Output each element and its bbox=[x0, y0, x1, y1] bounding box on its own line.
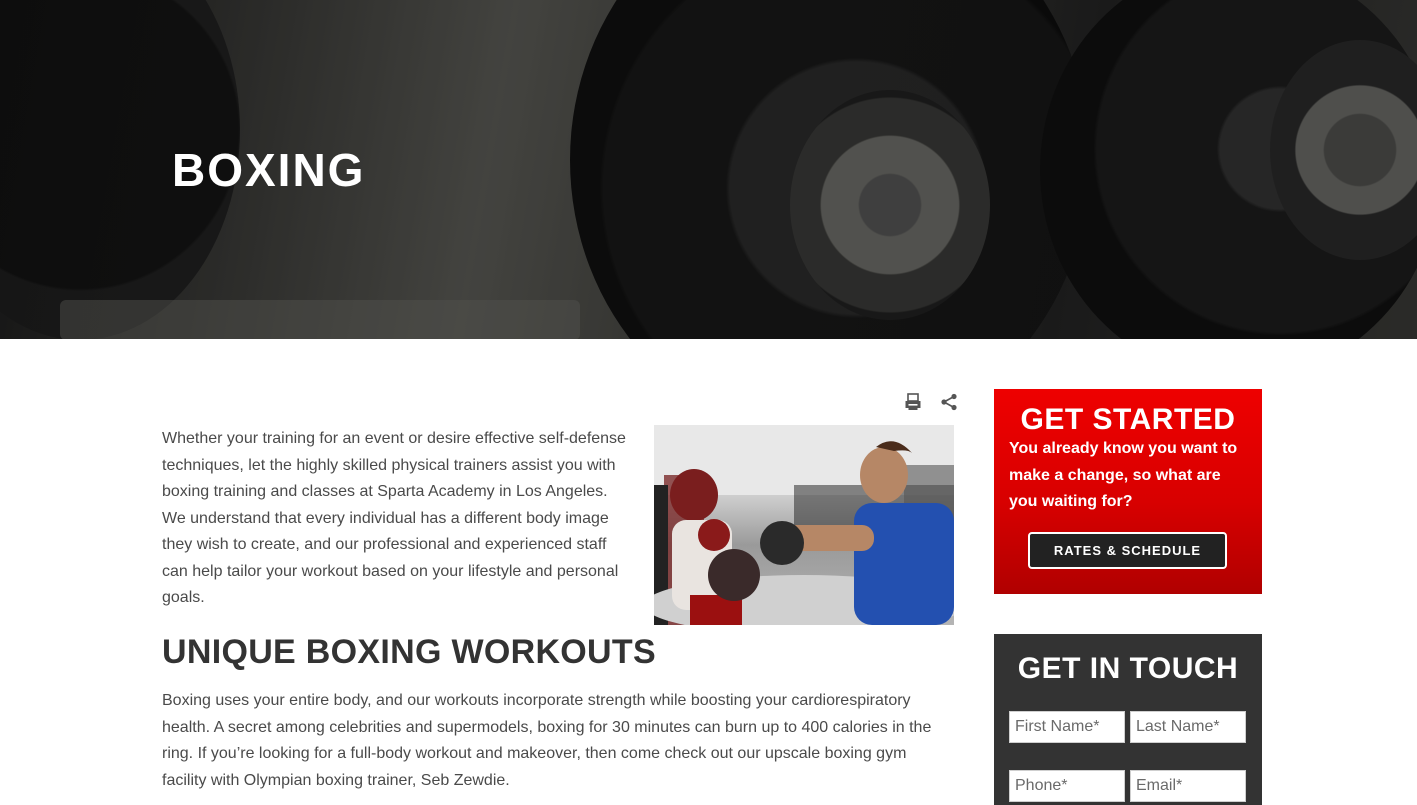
last-name-field[interactable] bbox=[1130, 711, 1246, 743]
body-paragraph: Boxing uses your entire body, and our wo… bbox=[162, 692, 932, 789]
first-name-field[interactable] bbox=[1009, 711, 1125, 743]
page-title: BOXING bbox=[172, 144, 366, 196]
page-tools bbox=[902, 389, 962, 415]
section-heading: UNIQUE BOXING WORKOUTS bbox=[162, 633, 656, 671]
phone-field[interactable] bbox=[1009, 770, 1125, 802]
share-icon[interactable] bbox=[938, 389, 960, 415]
hero-banner: BOXING bbox=[0, 0, 1417, 339]
intro-paragraph: Whether your training for an event or de… bbox=[162, 430, 626, 606]
boxing-training-photo bbox=[654, 425, 954, 625]
rates-schedule-button[interactable]: RATES & SCHEDULE bbox=[1028, 532, 1227, 569]
print-icon[interactable] bbox=[902, 389, 924, 415]
get-started-panel: GET STARTED You already know you want to… bbox=[994, 389, 1262, 594]
email-field[interactable] bbox=[1130, 770, 1246, 802]
contact-title: GET IN TOUCH bbox=[1017, 652, 1239, 685]
contact-form-panel: GET IN TOUCH bbox=[994, 634, 1262, 805]
cta-text: You already know you want to make a chan… bbox=[1009, 440, 1238, 510]
cta-title: GET STARTED bbox=[1020, 403, 1236, 436]
